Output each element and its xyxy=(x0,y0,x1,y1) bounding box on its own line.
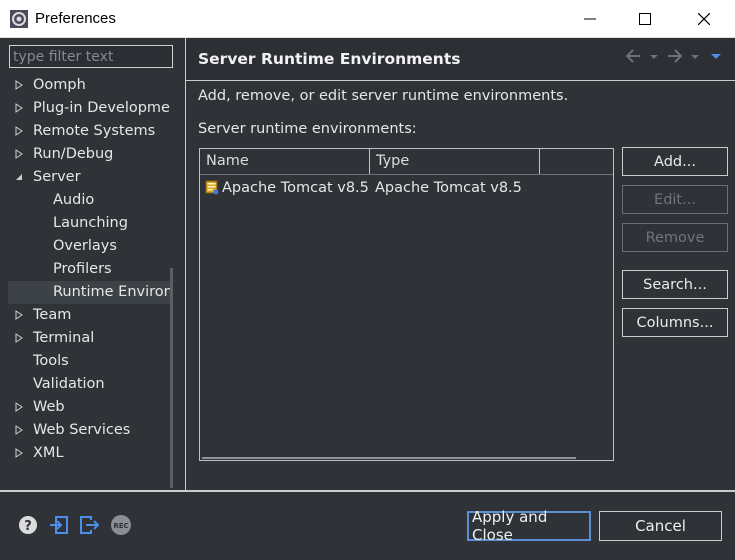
cancel-button-label: Cancel xyxy=(635,517,686,535)
tree-item-label: Server xyxy=(33,169,81,185)
close-button[interactable] xyxy=(678,0,730,38)
window-title: Preferences xyxy=(35,10,116,27)
search-button[interactable]: Search... xyxy=(622,270,728,299)
back-arrow-icon[interactable] xyxy=(625,49,640,63)
apply-and-close-button[interactable]: Apply and Close xyxy=(467,508,591,544)
maximize-icon xyxy=(639,13,651,25)
expand-arrow-icon[interactable] xyxy=(14,333,24,343)
export-icon[interactable] xyxy=(78,514,100,536)
filter-input[interactable] xyxy=(9,45,173,68)
tree-item-label: Web xyxy=(33,399,65,415)
eclipse-app-icon xyxy=(10,10,28,28)
tree-item-tools[interactable]: Tools xyxy=(8,350,171,373)
tree-item-terminal[interactable]: Terminal xyxy=(8,327,171,350)
tree-item-label: Launching xyxy=(53,215,128,231)
tree-item-label: Validation xyxy=(33,376,105,392)
expand-arrow-icon[interactable] xyxy=(14,402,24,412)
runtime-list-label: Server runtime environments: xyxy=(198,121,417,137)
maximize-button[interactable] xyxy=(619,0,671,38)
cancel-button[interactable]: Cancel xyxy=(599,511,722,541)
minimize-button[interactable] xyxy=(564,0,616,38)
tree-item-label: Remote Systems xyxy=(33,123,156,139)
columns-button-label: Columns... xyxy=(636,314,714,331)
preference-tree: Oomph Plug-in Development Remote Systems… xyxy=(8,74,171,490)
expand-arrow-icon[interactable] xyxy=(14,103,24,113)
tree-item-label: Profilers xyxy=(53,261,112,277)
tree-item-label: Runtime Environments xyxy=(53,284,171,300)
tree-item-web-services[interactable]: Web Services xyxy=(8,419,171,442)
record-icon-label: REC xyxy=(113,522,128,530)
runtime-environments-table[interactable]: Name Type Apache Tomcat v8.5 Apache Tomc… xyxy=(199,148,614,461)
view-menu-icon[interactable] xyxy=(711,54,721,59)
tree-item-remote-systems[interactable]: Remote Systems xyxy=(8,120,171,143)
search-button-label: Search... xyxy=(643,276,707,293)
tree-item-launching[interactable]: Launching xyxy=(8,212,171,235)
svg-text:?: ? xyxy=(24,519,32,534)
collapse-arrow-icon[interactable] xyxy=(14,172,24,182)
edit-button-label: Edit... xyxy=(654,191,696,208)
history-navigation xyxy=(624,47,724,67)
tree-item-label: Tools xyxy=(33,353,69,369)
help-icon[interactable]: ? xyxy=(17,514,39,536)
tree-scrollbar[interactable] xyxy=(170,268,173,488)
columns-button[interactable]: Columns... xyxy=(622,308,728,337)
tree-item-runtime-environments[interactable]: Runtime Environments xyxy=(8,281,171,304)
expand-arrow-icon[interactable] xyxy=(14,149,24,159)
expand-arrow-icon[interactable] xyxy=(14,448,24,458)
runtime-type-cell: Apache Tomcat v8.5 xyxy=(375,180,522,196)
tree-item-label: Run/Debug xyxy=(33,146,114,162)
tree-item-label: XML xyxy=(33,445,64,461)
table-horizontal-scrollbar[interactable] xyxy=(202,457,576,459)
remove-button-label: Remove xyxy=(645,229,705,246)
runtime-name-cell: Apache Tomcat v8.5 xyxy=(222,180,369,196)
expand-arrow-icon[interactable] xyxy=(14,425,24,435)
edit-button[interactable]: Edit... xyxy=(622,185,728,214)
record-icon[interactable]: REC xyxy=(110,514,132,536)
tomcat-server-icon xyxy=(205,180,219,195)
expand-arrow-icon[interactable] xyxy=(14,310,24,320)
expand-arrow-icon[interactable] xyxy=(14,126,24,136)
expand-arrow-icon[interactable] xyxy=(14,80,24,90)
tree-item-server[interactable]: Server xyxy=(8,166,171,189)
tree-item-web[interactable]: Web xyxy=(8,396,171,419)
tree-item-label: Terminal xyxy=(33,330,95,346)
tree-item-plugin-development[interactable]: Plug-in Development xyxy=(8,97,171,120)
page-title: Server Runtime Environments xyxy=(198,50,461,68)
tree-item-audio[interactable]: Audio xyxy=(8,189,171,212)
remove-button[interactable]: Remove xyxy=(622,223,728,252)
panel-divider[interactable] xyxy=(185,38,186,490)
tree-item-label: Plug-in Development xyxy=(33,100,171,116)
forward-dropdown-icon[interactable] xyxy=(691,55,699,59)
tree-item-label: Web Services xyxy=(33,422,131,438)
tree-item-team[interactable]: Team xyxy=(8,304,171,327)
title-bar: Preferences xyxy=(0,0,735,38)
tree-item-overlays[interactable]: Overlays xyxy=(8,235,171,258)
add-button-label: Add... xyxy=(654,153,696,170)
tree-item-xml[interactable]: XML xyxy=(8,442,171,465)
table-row[interactable]: Apache Tomcat v8.5 Apache Tomcat v8.5 xyxy=(200,149,613,209)
minimize-icon xyxy=(584,18,596,20)
tree-item-label: Team xyxy=(33,307,72,323)
tree-item-oomph[interactable]: Oomph xyxy=(8,74,171,97)
apply-and-close-label: Apply and Close xyxy=(472,508,548,544)
forward-arrow-icon[interactable] xyxy=(668,49,683,63)
tree-item-run-debug[interactable]: Run/Debug xyxy=(8,143,171,166)
page-description: Add, remove, or edit server runtime envi… xyxy=(198,88,569,104)
back-dropdown-icon[interactable] xyxy=(650,55,658,59)
tree-item-profilers[interactable]: Profilers xyxy=(8,258,171,281)
tree-item-label: Oomph xyxy=(33,77,86,93)
tree-item-label: Audio xyxy=(53,192,95,208)
tree-item-validation[interactable]: Validation xyxy=(8,373,171,396)
tree-item-label: Overlays xyxy=(53,238,117,254)
add-button[interactable]: Add... xyxy=(622,147,728,176)
header-divider xyxy=(186,80,735,81)
import-icon[interactable] xyxy=(48,514,70,536)
close-icon xyxy=(698,13,710,25)
